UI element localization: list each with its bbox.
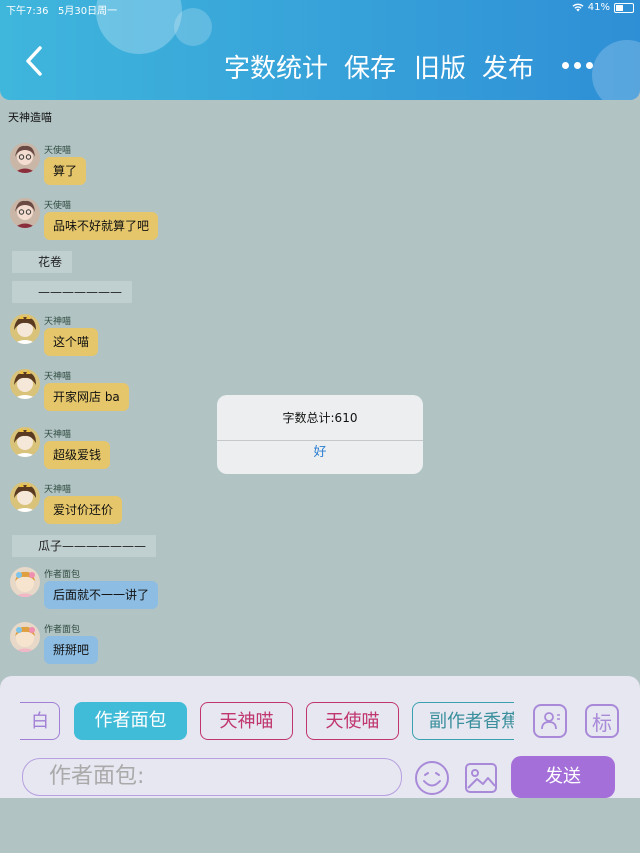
message-bubble: 后面就不一一讲了 <box>44 581 159 609</box>
word-count-alert: 字数总计:610 好 <box>217 395 423 474</box>
message-sender: 天神喵 <box>44 317 72 327</box>
bread-avatar <box>10 567 40 597</box>
status-bar: 下午7:36 5月30日周一 41% <box>0 0 640 17</box>
message-sender: 天神喵 <box>44 430 72 440</box>
god-avatar <box>10 427 40 457</box>
god-avatar <box>10 314 40 344</box>
message-bubble: 掰掰吧 <box>44 636 99 664</box>
wifi-icon <box>572 3 584 12</box>
bread-avatar <box>10 622 40 652</box>
role-selector[interactable]: 白 作者面包 天神喵 天使喵 副作者香蕉 <box>20 702 514 744</box>
status-date: 5月30日周一 <box>58 6 118 17</box>
send-button[interactable]: 发送 <box>511 756 615 798</box>
god-avatar <box>10 369 40 399</box>
character-manage-icon[interactable] <box>533 704 567 738</box>
message-bubble: 爱讨价还价 <box>44 496 123 524</box>
narration-item[interactable]: ——————— <box>12 281 132 303</box>
message-sender: 作者面包 <box>44 625 81 635</box>
status-time: 下午7:36 <box>6 6 49 17</box>
decor-bubble <box>592 40 640 100</box>
message-sender: 天使喵 <box>44 201 72 211</box>
mark-button[interactable]: 标 <box>585 704 619 738</box>
alert-ok-button[interactable]: 好 <box>217 441 423 474</box>
role-chip[interactable]: 天神喵 <box>200 702 293 740</box>
angel-avatar <box>10 143 40 173</box>
role-chip[interactable]: 副作者香蕉 <box>412 702 514 740</box>
word-count-button[interactable]: 字数统计 <box>224 48 328 85</box>
role-chip-active[interactable]: 作者面包 <box>74 702 187 740</box>
save-button[interactable]: 保存 <box>344 48 396 85</box>
battery-percent: 41% <box>587 2 610 13</box>
god-avatar <box>10 482 40 512</box>
narration-item[interactable]: 瓜子——————— <box>12 535 157 557</box>
message-sender: 天神喵 <box>44 485 72 495</box>
status-right: 41% <box>572 2 634 13</box>
message-sender: 作者面包 <box>44 570 81 580</box>
angel-avatar <box>10 198 40 228</box>
message-bubble: 这个喵 <box>44 328 99 356</box>
message-bubble: 超级爱钱 <box>44 441 111 469</box>
section-title: 天神造喵 <box>8 111 52 124</box>
old-version-button[interactable]: 旧版 <box>414 48 466 85</box>
alert-message: 字数总计:610 <box>282 411 358 425</box>
role-chip[interactable]: 白 <box>20 702 60 740</box>
publish-button[interactable]: 发布 <box>482 48 534 85</box>
message-bubble: 开家网店 ba <box>44 383 129 411</box>
message-bubble: 算了 <box>44 157 87 185</box>
message-sender: 天使喵 <box>44 146 72 156</box>
image-icon[interactable] <box>463 760 499 796</box>
message-bubble: 品味不好就算了吧 <box>44 212 159 240</box>
emoji-icon[interactable] <box>414 760 450 796</box>
status-time-date: 下午7:36 5月30日周一 <box>6 2 117 17</box>
message-input[interactable]: 作者面包: <box>22 758 402 796</box>
battery-icon <box>614 2 634 13</box>
more-icon[interactable] <box>562 62 593 69</box>
back-icon[interactable] <box>22 44 46 78</box>
narration-item[interactable]: 花卷 <box>12 251 73 273</box>
message-sender: 天神喵 <box>44 372 72 382</box>
role-chip[interactable]: 天使喵 <box>306 702 399 740</box>
